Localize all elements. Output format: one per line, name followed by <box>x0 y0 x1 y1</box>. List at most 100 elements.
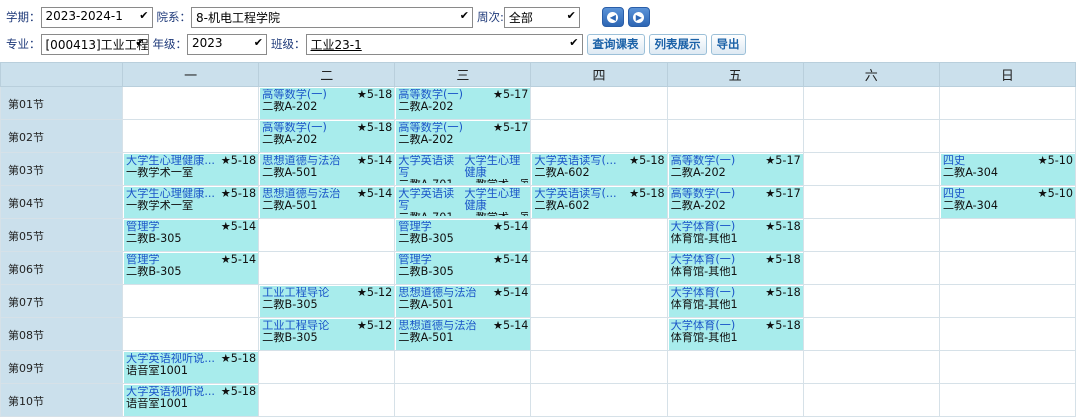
course-name[interactable]: 高等数学(一) <box>671 188 736 200</box>
course-room: 二教A-501 <box>262 167 318 179</box>
course-name[interactable]: 大学体育(一) <box>671 221 736 233</box>
course-name[interactable]: 大学体育(一) <box>671 254 736 266</box>
course-name[interactable]: 大学英语视听说... <box>126 386 215 398</box>
course-block[interactable]: 大学体育(一) ★5-18 体育馆-其他1 <box>668 286 803 317</box>
course-name[interactable]: 管理学 <box>126 254 160 266</box>
course-name[interactable]: 四史 <box>943 188 965 200</box>
course-block[interactable]: 大学生心理健康... ★5-18 一教学术一室 <box>124 154 259 185</box>
course-name[interactable]: 高等数学(一) <box>262 89 327 101</box>
course-name[interactable]: 高等数学(一) <box>398 122 463 134</box>
course-block[interactable]: 大学英语读写二教A-701大学生心理健康一教学术一室 <box>396 187 531 218</box>
course-name[interactable]: 思想道德与法治 <box>398 287 476 299</box>
prev-week-button[interactable]: ◀ <box>601 7 624 27</box>
course-name[interactable]: 高等数学(一) <box>398 89 463 101</box>
course-name[interactable]: 高等数学(一) <box>262 122 327 134</box>
next-week-button[interactable]: ▶ <box>627 7 650 27</box>
course-name[interactable]: 思想道德与法治 <box>262 188 340 200</box>
course-half[interactable]: 大学英语读写二教A-701 <box>398 188 462 216</box>
timetable-cell: 大学体育(一) ★5-18 体育馆-其他1 <box>666 317 804 351</box>
course-name[interactable]: 思想道德与法治 <box>398 320 476 332</box>
class-select-value: 工业23-1 <box>310 37 362 52</box>
query-timetable-button[interactable]: 查询课表 <box>586 33 645 55</box>
course-block[interactable]: 大学体育(一) ★5-18 体育馆-其他1 <box>668 220 803 251</box>
major-select[interactable]: [000413]工业工程 ✔ <box>40 33 149 55</box>
course-name[interactable]: 工业工程导论 <box>262 320 329 332</box>
course-half[interactable]: 大学生心理健康一教学术一室 <box>464 155 528 183</box>
course-half[interactable]: 大学生心理健康一教学术一室 <box>464 188 528 216</box>
course-name[interactable]: 大学英语读写 <box>398 188 462 212</box>
course-block[interactable]: 管理学 ★5-14 二教B-305 <box>124 220 259 251</box>
timetable-cell <box>802 383 940 417</box>
course-name[interactable]: 大学英语读写 <box>398 155 462 179</box>
course-block[interactable]: 高等数学(一) ★5-17 二教A-202 <box>668 187 803 218</box>
course-room: 二教A-602 <box>534 167 590 179</box>
course-name[interactable]: 思想道德与法治 <box>262 155 340 167</box>
course-block[interactable]: 管理学 ★5-14 二教B-305 <box>396 253 531 284</box>
course-name[interactable]: 大学英语读写(... <box>534 155 616 167</box>
course-block[interactable]: 大学体育(一) ★5-18 体育馆-其他1 <box>668 319 803 350</box>
list-view-button[interactable]: 列表展示 <box>648 33 707 55</box>
course-block[interactable]: 管理学 ★5-14 二教B-305 <box>124 253 259 284</box>
course-block[interactable]: 高等数学(一) ★5-18 二教A-202 <box>260 88 395 119</box>
course-block[interactable]: 思想道德与法治 ★5-14 二教A-501 <box>260 154 395 185</box>
term-select[interactable]: 2023-2024-1 ✔ <box>40 6 153 28</box>
course-block[interactable]: 大学英语读写二教A-701大学生心理健康一教学术一室 <box>396 154 531 185</box>
course-block[interactable]: 工业工程导论 ★5-12 二教B-305 <box>260 286 395 317</box>
course-name[interactable]: 高等数学(一) <box>671 155 736 167</box>
course-block[interactable]: 管理学 ★5-14 二教B-305 <box>396 220 531 251</box>
course-title-line: 大学生心理健康... ★5-18 <box>126 155 256 167</box>
week-select[interactable]: 全部 ✔ <box>503 6 580 28</box>
course-name[interactable]: 管理学 <box>398 254 432 266</box>
course-name[interactable]: 工业工程导论 <box>262 287 329 299</box>
course-block[interactable]: 高等数学(一) ★5-18 二教A-202 <box>260 121 395 152</box>
course-block[interactable]: 大学英语读写(... ★5-18 二教A-602 <box>532 187 667 218</box>
period-label: 第04节 <box>0 185 123 219</box>
course-block[interactable]: 大学英语视听说... ★5-18 语音室1001 <box>124 352 259 383</box>
course-title-line: 工业工程导论 ★5-12 <box>262 320 392 332</box>
class-select[interactable]: 工业23-1 ✔ <box>305 33 583 55</box>
course-half[interactable]: 大学英语读写二教A-701 <box>398 155 462 183</box>
course-room: 二教B-305 <box>398 233 454 245</box>
course-block[interactable]: 思想道德与法治 ★5-14 二教A-501 <box>260 187 395 218</box>
timetable-cell: 大学英语读写二教A-701大学生心理健康一教学术一室 <box>394 185 532 219</box>
timetable-cell <box>938 218 1077 252</box>
course-name[interactable]: 大学体育(一) <box>671 287 736 299</box>
chevron-down-icon: ✔ <box>253 35 263 49</box>
course-name[interactable]: 大学体育(一) <box>671 320 736 332</box>
course-block[interactable]: 高等数学(一) ★5-17 二教A-202 <box>668 154 803 185</box>
course-name[interactable]: 四史 <box>943 155 965 167</box>
course-room: 一教学术一室 <box>126 167 194 179</box>
course-name[interactable]: 管理学 <box>126 221 160 233</box>
course-title-line: 大学体育(一) ★5-18 <box>671 320 801 332</box>
course-name[interactable]: 大学英语视听说... <box>126 353 215 365</box>
course-name[interactable]: 管理学 <box>398 221 432 233</box>
timetable-cell: 高等数学(一) ★5-17 二教A-202 <box>666 152 804 186</box>
grade-select[interactable]: 2023 ✔ <box>187 33 267 55</box>
course-block[interactable]: 四史 ★5-10 二教A-304 <box>940 154 1075 185</box>
day-header: 三 <box>394 62 532 87</box>
dept-select[interactable]: 8-机电工程学院 ✔ <box>191 6 473 28</box>
period-label: 第09节 <box>0 350 123 384</box>
course-block[interactable]: 工业工程导论 ★5-12 二教B-305 <box>260 319 395 350</box>
course-block[interactable]: 思想道德与法治 ★5-14 二教A-501 <box>396 319 531 350</box>
chevron-right-icon: ▶ <box>633 11 645 23</box>
course-block[interactable]: 四史 ★5-10 二教A-304 <box>940 187 1075 218</box>
course-name[interactable]: 大学生心理健康... <box>126 188 215 200</box>
course-name[interactable]: 大学英语读写(... <box>534 188 616 200</box>
timetable-cell <box>666 119 804 153</box>
course-name[interactable]: 大学生心理健康 <box>464 155 528 179</box>
course-weeks: ★5-18 <box>356 89 393 101</box>
course-room: 一教学术一室 <box>464 179 528 183</box>
course-block[interactable]: 高等数学(一) ★5-17 二教A-202 <box>396 88 531 119</box>
course-name[interactable]: 大学生心理健康 <box>464 188 528 212</box>
course-name[interactable]: 大学生心理健康... <box>126 155 215 167</box>
export-button[interactable]: 导出 <box>710 33 746 55</box>
course-block[interactable]: 大学生心理健康... ★5-18 一教学术一室 <box>124 187 259 218</box>
course-block[interactable]: 高等数学(一) ★5-17 二教A-202 <box>396 121 531 152</box>
chevron-left-icon: ◀ <box>607 11 619 23</box>
course-block[interactable]: 思想道德与法治 ★5-14 二教A-501 <box>396 286 531 317</box>
course-block[interactable]: 大学英语视听说... ★5-18 语音室1001 <box>124 385 259 416</box>
timetable-cell <box>394 383 532 417</box>
course-block[interactable]: 大学体育(一) ★5-18 体育馆-其他1 <box>668 253 803 284</box>
course-block[interactable]: 大学英语读写(... ★5-18 二教A-602 <box>532 154 667 185</box>
